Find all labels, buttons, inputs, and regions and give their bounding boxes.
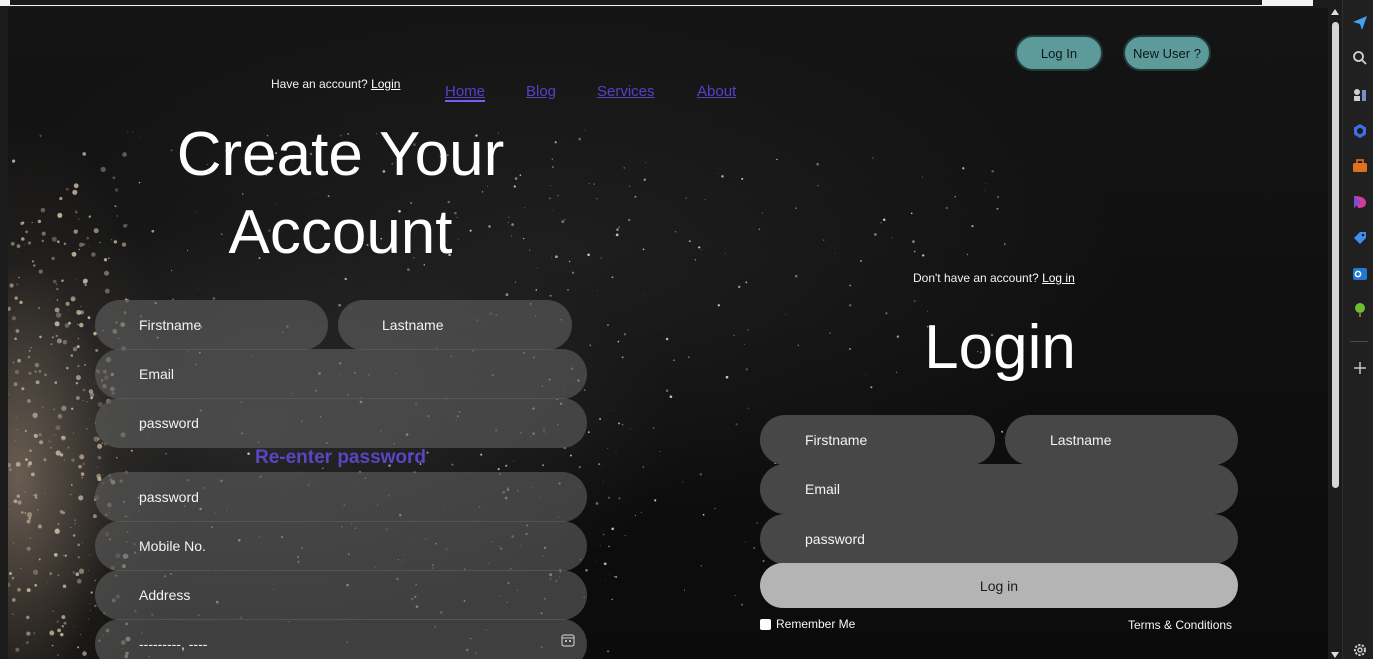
login-email-placeholder: Email [805,481,841,497]
designer-icon[interactable] [1352,194,1368,210]
page-viewport: Log In New User ? Have an account? Login… [8,8,1328,659]
signup-date-placeholder: ---------, ---- [139,636,208,652]
remember-me-checkbox[interactable] [760,618,771,630]
login-email-input[interactable]: Email [760,464,1238,514]
signup-reenter-password-input[interactable]: password [95,472,587,522]
login-submit-button[interactable]: Log in [760,563,1238,608]
nav-blog[interactable]: Blog [526,83,556,100]
signup-lastname-placeholder: Lastname [382,317,444,333]
signup-address-input[interactable]: Address [95,570,587,620]
login-password-input[interactable]: password [760,514,1238,564]
signup-email-input[interactable]: Email [95,349,587,399]
have-account-prompt: Have an account? Login [271,77,400,91]
tree-icon[interactable] [1352,302,1368,318]
terms-link[interactable]: Terms & Conditions [1128,618,1232,632]
toolbox-icon[interactable] [1352,158,1368,174]
reenter-password-label: Re-enter password [254,447,427,468]
copilot-icon[interactable] [1352,123,1368,139]
signup-title: Create Your Account [108,116,573,272]
top-edge-strip [0,0,1313,6]
dont-have-account-prompt: Don't have an account? Log in [913,271,1075,285]
search-icon[interactable] [1352,50,1368,66]
have-account-login-link[interactable]: Login [371,77,400,91]
dont-have-text: Don't have an account? [913,271,1039,285]
tag-icon[interactable] [1352,230,1368,246]
signup-firstname-input[interactable]: Firstname [95,300,328,350]
login-firstname-placeholder: Firstname [805,432,868,448]
scroll-thumb[interactable] [1332,22,1339,488]
login-lastname-placeholder: Lastname [1050,432,1112,448]
signup-password-input[interactable]: password [95,398,587,448]
login-title: Login [924,313,1076,382]
signup-title-line1: Create Your [176,120,505,189]
add-icon[interactable] [1352,360,1368,376]
remember-me-label: Remember Me [776,617,856,631]
sidebar-divider [1350,341,1368,342]
browser-sidebar [1342,0,1373,659]
nav-about[interactable]: About [697,83,736,100]
signup-password-placeholder: password [139,415,199,431]
outlook-icon[interactable] [1352,266,1368,282]
scroll-down-arrow-icon[interactable] [1331,652,1339,658]
remember-me[interactable]: Remember Me [760,617,855,631]
page-scrollbar[interactable] [1328,8,1342,659]
new-user-button[interactable]: New User ? [1123,35,1211,71]
signup-reenter-placeholder: password [139,489,199,505]
login-password-placeholder: password [805,531,865,547]
signup-mobile-input[interactable]: Mobile No. [95,521,587,571]
signup-title-line2: Account [228,198,453,267]
dont-have-login-link[interactable]: Log in [1042,271,1075,285]
scroll-up-arrow-icon[interactable] [1331,9,1339,15]
signup-lastname-input[interactable]: Lastname [338,300,572,350]
login-firstname-input[interactable]: Firstname [760,415,995,465]
login-button[interactable]: Log In [1015,35,1103,71]
nav-home[interactable]: Home [445,83,486,102]
calendar-icon[interactable] [561,633,575,647]
gear-icon[interactable] [1352,642,1368,658]
signup-date-input[interactable]: ---------, ---- [95,619,587,659]
signup-email-placeholder: Email [139,366,175,382]
chess-icon[interactable] [1352,87,1368,103]
signup-firstname-placeholder: Firstname [139,317,202,333]
send-icon[interactable] [1352,15,1368,31]
signup-mobile-placeholder: Mobile No. [139,538,206,554]
signup-address-placeholder: Address [139,587,191,603]
login-lastname-input[interactable]: Lastname [1005,415,1238,465]
have-account-text: Have an account? [271,77,368,91]
nav-services[interactable]: Services [597,83,655,100]
